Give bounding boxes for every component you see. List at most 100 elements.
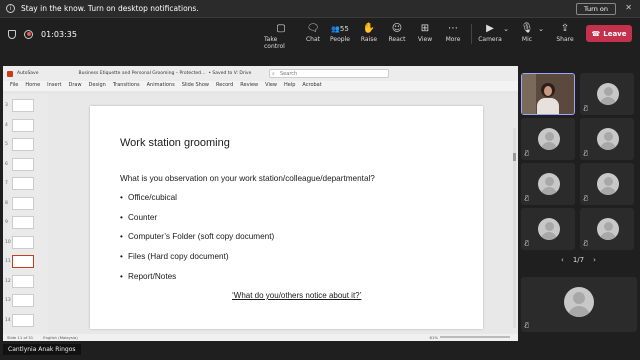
participant-tile[interactable]: 🎙̸ [521,163,575,205]
leave-button[interactable]: ☎ Leave [586,25,632,42]
slide-notice: ‘What do you/others notice about it?’ [232,291,362,300]
avatar [597,128,619,150]
ppt-menu-acrobat[interactable]: Acrobat [302,82,321,91]
slide-thumbnail[interactable] [12,255,34,268]
avatar [564,287,594,317]
participant-tile[interactable]: 🎙̸ [580,163,634,205]
share-label: Share [556,36,574,43]
ppt-menu-review[interactable]: Review [240,82,258,91]
participant-tile[interactable]: 🎙̸ [521,118,575,160]
bullet-item: Files (Hard copy document) [120,252,274,272]
mic-options-chevron[interactable]: ⌄ [534,22,548,36]
slide-counter: Slide 11 of 51 [7,335,34,340]
ppt-status-bar: Slide 11 of 51 English (Malaysia) 61% [3,334,518,341]
ppt-menu-file[interactable]: File [10,82,18,91]
ppt-menu-help[interactable]: Help [284,82,295,91]
saved-status: • Saved to V: Drive [208,71,252,76]
bullet-item: Office/cubical [120,193,274,213]
participant-tile[interactable]: 🎙̸ [580,208,634,250]
ppt-menu-slide-show[interactable]: Slide Show [182,82,209,91]
thumbnail-number: 11 [5,259,11,264]
ppt-menu-animations[interactable]: Animations [147,82,175,91]
participant-tile[interactable]: 🎙̸ [580,73,634,115]
zoom-level: 61% [429,335,438,340]
slide-question: What is you observation on your work sta… [120,174,375,183]
camera-label: Camera [478,36,502,43]
ppt-menu-view[interactable]: View [265,82,277,91]
phone-icon: ☎ [591,29,601,38]
participant-tile[interactable]: 🎙̸ [580,118,634,160]
ppt-menu-transitions[interactable]: Transitions [113,82,140,91]
mic-label: Mic [521,36,533,43]
prev-page-icon[interactable]: ‹ [561,256,564,264]
autosave-label: AutoSave [17,71,39,76]
slide-thumbnail[interactable] [12,196,34,210]
bullet-item: Report/Notes [120,272,274,292]
slide-scrollbar[interactable] [513,128,516,328]
shared-screen: AutoSave Business Etiquette and Personal… [3,66,518,341]
avatar [597,173,619,195]
take-control-icon: ▢ [276,23,286,34]
page-indicator: 1/7 [572,256,585,264]
presenter-name-tag: Cantlynia Anak Ringos [3,344,81,355]
chevron-down-icon: ⌄ [538,25,544,33]
mic-off-icon: 🎙̸ [584,195,588,202]
file-title: Business Etiquette and Personal Grooming… [78,71,206,76]
meeting-toolbar: 01:03:35 ▢ Take control 🗨 Chat 👥55 Peopl… [0,18,640,50]
slide-thumbnail[interactable] [12,294,34,307]
people-label: People [330,36,350,43]
search-icon: ⌕ [272,71,275,77]
participant-tile-large[interactable]: 🎙̸ [521,277,637,332]
slide-thumbnail[interactable] [12,157,34,171]
thumbnail-number: 13 [5,298,11,303]
current-slide: Work station grooming What is you observ… [90,106,483,329]
mic-off-icon: 🎙̸ [525,195,529,202]
thumbnail-number: 14 [5,317,11,323]
participant-video-tile[interactable] [521,73,575,115]
slide-thumbnail[interactable] [12,235,34,249]
slide-thumbnail[interactable] [12,274,34,288]
mic-off-icon: 🎙̸ [584,150,588,157]
slide-thumbnail[interactable] [12,313,34,327]
search-placeholder: Search [280,70,298,77]
more-button[interactable]: ⋯ More [436,22,470,43]
thumbnail-number: 12 [5,278,11,284]
grid-icon: ⊞ [420,23,430,34]
close-icon[interactable]: ✕ [625,3,632,12]
view-label: View [417,36,433,43]
ppt-menu-insert[interactable]: Insert [47,82,61,91]
slide-thumbnail[interactable] [12,216,34,229]
slide-title: Work station grooming [120,137,230,149]
participant-body [537,98,559,114]
next-page-icon[interactable]: › [593,256,596,264]
share-button[interactable]: ⇪ Share [548,22,582,43]
participant-tile[interactable]: 🎙̸ [521,208,575,250]
ppt-menu-design[interactable]: Design [89,82,106,91]
thumbnail-number: 10 [5,239,11,245]
people-count: 55 [339,25,349,33]
chat-label: Chat [305,36,321,43]
ppt-search-box[interactable]: ⌕ Search [269,69,389,78]
turn-on-button[interactable]: Turn on [576,3,616,15]
chat-icon: 🗨 [306,23,320,34]
mic-off-icon: 🎙̸ [525,240,529,247]
leave-label: Leave [603,29,627,38]
ppt-menu-home[interactable]: Home [25,82,40,91]
ppt-title-bar: AutoSave Business Etiquette and Personal… [3,66,518,81]
meeting-timer: 01:03:35 [41,29,77,39]
avatar [538,128,560,150]
ppt-menu-draw[interactable]: Draw [68,82,81,91]
take-control-button[interactable]: ▢ Take control [264,22,298,50]
slide-thumbnail[interactable] [12,177,34,190]
mic-off-icon: 🎙̸ [584,105,588,112]
avatar [597,218,619,240]
thumbnail-number: 6 [5,161,8,167]
ppt-menu-record[interactable]: Record [216,82,233,91]
slide-thumbnail[interactable] [12,138,34,151]
mic-off-icon: 🎙̸ [584,240,588,247]
slide-thumbnail[interactable] [12,99,34,112]
shield-icon[interactable] [8,29,16,39]
zoom-slider[interactable] [440,336,510,338]
slide-thumbnail[interactable] [12,118,34,132]
gallery-pager: ‹ 1/7 › [561,256,596,264]
